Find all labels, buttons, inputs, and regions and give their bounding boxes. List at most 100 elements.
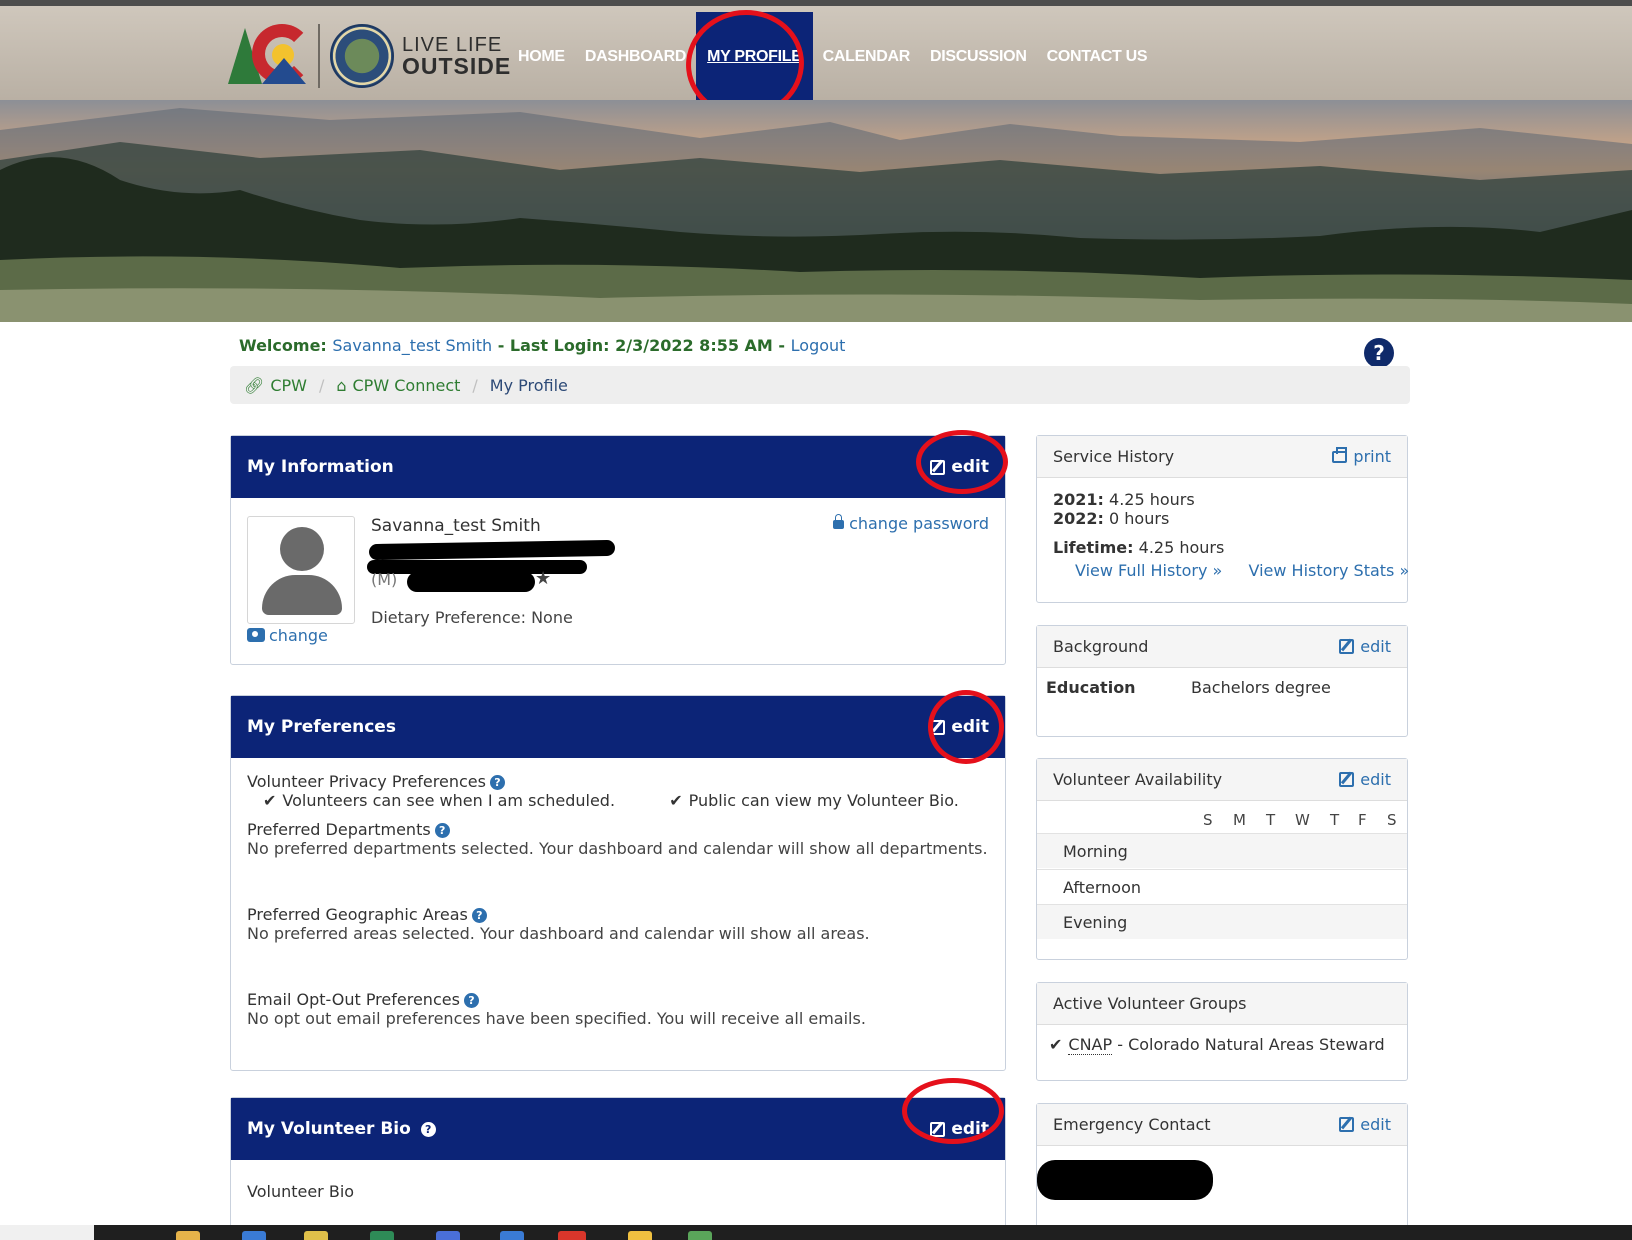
edit-label: edit	[951, 1119, 989, 1139]
my-preferences-edit-button[interactable]: edit	[930, 717, 989, 737]
breadcrumb: 🔗︎ CPW / ⌂ CPW Connect / My Profile	[230, 366, 1410, 404]
panel-title: Emergency Contact	[1053, 1115, 1211, 1134]
edit-icon	[930, 459, 946, 475]
help-icon[interactable]: ?	[463, 993, 479, 1008]
avatar-head-icon	[280, 527, 324, 571]
availability-edit-button[interactable]: edit	[1339, 770, 1391, 789]
background-header: Background edit	[1037, 626, 1407, 668]
logo-line2: OUTSIDE	[402, 52, 512, 79]
avatar-body-icon	[262, 575, 342, 615]
edit-label: edit	[951, 457, 989, 477]
panel-title: My Volunteer Bio	[247, 1119, 411, 1139]
redaction-mark	[1037, 1160, 1213, 1200]
my-information-panel: My Information edit change Savanna_test …	[230, 435, 1006, 665]
print-button[interactable]: print	[1332, 446, 1391, 466]
main-content: Welcome: Savanna_test Smith - Last Login…	[230, 322, 1410, 1240]
breadcrumb-cpw[interactable]: CPW	[270, 376, 307, 395]
welcome-prefix: Welcome:	[239, 336, 333, 355]
hero-banner	[0, 100, 1632, 322]
breadcrumb-current: My Profile	[489, 375, 568, 395]
change-photo-label: change	[269, 626, 328, 645]
check-icon: ✔	[669, 791, 683, 810]
email-title: Email Opt-Out Preferences	[247, 990, 460, 1009]
nav-home[interactable]: HOME	[508, 12, 575, 104]
emergency-edit-button[interactable]: edit	[1339, 1115, 1391, 1134]
volunteer-groups-panel: Active Volunteer Groups ✔ CNAP - Colorado…	[1036, 982, 1408, 1081]
panel-title: Active Volunteer Groups	[1053, 994, 1247, 1013]
profile-name: Savanna_test Smith	[371, 516, 541, 536]
lifetime-label: Lifetime:	[1053, 538, 1134, 557]
my-preferences-panel: My Preferences edit Volunteer Privacy Pr…	[230, 695, 1006, 1071]
help-icon[interactable]: ?	[489, 775, 505, 790]
change-password-link[interactable]: change password	[833, 514, 989, 533]
background-edit-button[interactable]: edit	[1339, 637, 1391, 656]
volunteer-bio-text: Volunteer Bio	[247, 1182, 355, 1201]
panel-title: Service History	[1053, 447, 1175, 466]
last-login-value: 2/3/2022 8:55 AM	[615, 336, 773, 355]
taskbar-search-area[interactable]	[0, 1225, 94, 1240]
redaction-mark	[368, 539, 616, 561]
privacy-title: Volunteer Privacy Preferences	[247, 772, 486, 791]
help-icon[interactable]: ?	[434, 823, 450, 838]
change-password-label: change password	[849, 514, 989, 533]
year-2021-label: 2021:	[1053, 490, 1104, 509]
email-desc: No opt out email preferences have been s…	[247, 1009, 866, 1028]
panel-title: Background	[1053, 637, 1149, 656]
logo-divider	[318, 24, 320, 88]
day-header: T	[1330, 811, 1340, 829]
landscape-image	[0, 108, 1632, 322]
nav-my-profile[interactable]: MY PROFILE	[696, 12, 813, 104]
app-icon[interactable]	[436, 1231, 460, 1240]
nav-dashboard[interactable]: DASHBOARD	[575, 12, 696, 104]
last-login-label: - Last Login:	[492, 336, 616, 355]
logo-group[interactable]: LIVE LIFE OUTSIDE	[228, 20, 511, 92]
help-icon[interactable]: ?	[420, 1122, 436, 1137]
edit-label: edit	[951, 717, 989, 737]
app-icon[interactable]	[688, 1231, 712, 1240]
day-header: F	[1358, 811, 1367, 829]
check-icon: ✔	[1049, 1035, 1063, 1054]
panel-title: My Information	[247, 457, 394, 477]
printer-icon	[1332, 446, 1348, 463]
app-icon[interactable]	[500, 1231, 524, 1240]
nav-discussion[interactable]: DISCUSSION	[920, 12, 1037, 104]
breadcrumb-separator: /	[472, 375, 478, 395]
group-abbr[interactable]: CNAP	[1068, 1035, 1113, 1055]
view-full-history-link[interactable]: View Full History »	[1075, 561, 1222, 580]
camera-icon	[247, 628, 265, 642]
availability-row-morning: Morning	[1037, 833, 1407, 868]
app-icon[interactable]	[370, 1231, 394, 1240]
volunteer-bio-edit-button[interactable]: edit	[930, 1119, 989, 1139]
availability-row-evening: Evening	[1037, 904, 1407, 939]
check-icon: ✔	[263, 791, 277, 810]
day-header: S	[1387, 811, 1397, 829]
app-icon[interactable]	[628, 1231, 652, 1240]
user-name-link[interactable]: Savanna_test Smith	[332, 336, 492, 355]
my-information-header: My Information edit	[231, 436, 1005, 498]
phone-prefix: (M)	[371, 570, 398, 589]
breadcrumb-cpw-connect[interactable]: CPW Connect	[353, 376, 461, 395]
availability-header: Volunteer Availability edit	[1037, 759, 1407, 801]
group-name: - Colorado Natural Areas Steward	[1112, 1035, 1385, 1054]
redaction-mark	[407, 572, 535, 592]
file-explorer-icon[interactable]	[176, 1231, 200, 1240]
view-history-stats-link[interactable]: View History Stats »	[1248, 561, 1409, 580]
app-icon[interactable]	[242, 1231, 266, 1240]
browser-icon[interactable]	[558, 1231, 586, 1240]
departments-title: Preferred Departments	[247, 820, 431, 839]
help-icon[interactable]: ?	[1364, 338, 1394, 368]
nav-calendar[interactable]: CALENDAR	[813, 12, 920, 104]
service-history-panel: Service History print 2021: 4.25 hours 2…	[1036, 435, 1409, 603]
edit-icon	[930, 1121, 946, 1137]
my-preferences-header: My Preferences edit	[231, 696, 1005, 758]
group-item: ✔ CNAP - Colorado Natural Areas Steward	[1049, 1035, 1385, 1055]
app-icon[interactable]	[304, 1231, 328, 1240]
logout-link[interactable]: Logout	[791, 336, 846, 355]
availability-panel: Volunteer Availability edit S M T W T F …	[1036, 758, 1408, 960]
nav-contact-us[interactable]: CONTACT US	[1037, 12, 1158, 104]
emergency-contact-panel: Emergency Contact edit	[1036, 1103, 1408, 1240]
change-photo-link[interactable]: change	[247, 626, 328, 645]
help-icon[interactable]: ?	[471, 908, 487, 923]
top-header: LIVE LIFE OUTSIDE HOME DASHBOARD MY PROF…	[0, 0, 1632, 104]
my-information-edit-button[interactable]: edit	[930, 457, 989, 477]
